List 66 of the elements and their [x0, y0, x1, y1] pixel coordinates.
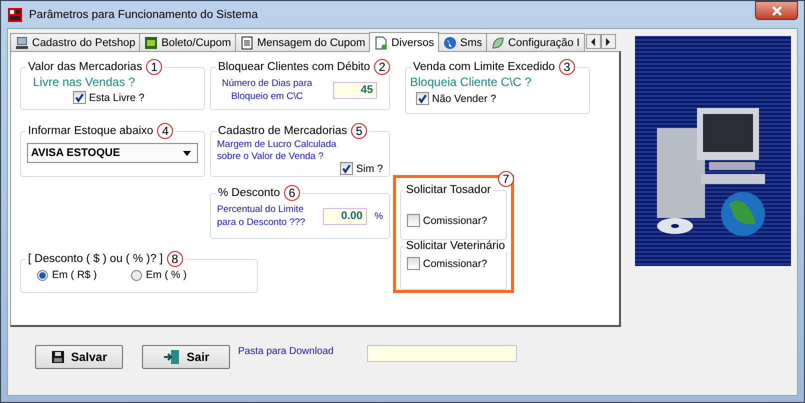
group-title: Cadastro de Mercadorias [218, 125, 348, 137]
number-badge: 4 [157, 123, 174, 139]
number-badge: 6 [284, 185, 300, 201]
number-badge: 2 [374, 59, 390, 75]
question-text: Bloqueia Cliente C\C ? [410, 75, 532, 89]
dropdown-arrow-icon [183, 150, 191, 156]
field-label: Percentual do Limite para o Desconto ??? [217, 203, 306, 229]
scroll-right-button[interactable] [600, 34, 616, 49]
number-badge: 8 [166, 251, 183, 267]
checkbox-label: Esta Livre ? [89, 92, 144, 104]
right-arrow-icon [605, 38, 612, 46]
scroll-left-button[interactable] [586, 34, 601, 49]
group-title: Informar Estoque abaixo [28, 125, 154, 137]
tab[interactable]: Configuração I [486, 33, 585, 51]
tab[interactable]: Sms [438, 33, 488, 51]
radio-button[interactable] [37, 270, 48, 280]
tab[interactable]: Diversos [369, 32, 440, 52]
save-icon [50, 350, 65, 364]
field-label: Número de Dias para Bloqueio em C\C [220, 77, 314, 103]
number-badge: 5 [351, 123, 368, 139]
checkbox-label: Sim ? [356, 162, 383, 174]
checkbox[interactable] [340, 162, 354, 175]
group-title: Bloquear Clientes com Débito [218, 61, 370, 73]
number-badge: 7 [498, 171, 514, 187]
action-button[interactable]: Salvar [35, 345, 123, 369]
question-text: Margem de Lucro Calculada sobre o Valor de Venda ? [217, 139, 338, 163]
close-icon [772, 6, 782, 16]
group-title: Solicitar Veterinário [406, 240, 506, 252]
computer-icon [15, 36, 29, 50]
globe-icon [443, 36, 458, 50]
days-field[interactable]: 45 [333, 82, 377, 98]
left-arrow-icon [590, 38, 596, 46]
action-button[interactable]: Sair [142, 345, 230, 369]
question-text: Livre nas Vendas ? [33, 75, 136, 89]
leaf-icon [491, 36, 506, 50]
checkbox-label: Não Vender ? [432, 92, 496, 104]
tab[interactable]: Mensagem do Cupom [235, 33, 370, 51]
window-title: Parâmetros para Funcionamento do Sistema [29, 8, 258, 20]
group-title: [ Desconto ( $ ) ou ( % )? ] [28, 253, 163, 265]
close-button[interactable] [755, 1, 798, 20]
group-title: Valor das Mercadorias [28, 61, 142, 73]
board-icon [144, 36, 158, 50]
number-badge: 1 [146, 59, 162, 75]
download-folder-label: Pasta para Download [238, 346, 334, 357]
checkbox-label: Comissionar? [423, 214, 488, 226]
checkbox-label: Comissionar? [423, 258, 488, 270]
checkbox[interactable] [416, 92, 429, 105]
radio-button[interactable] [130, 270, 142, 280]
tab[interactable]: Boleto/Cupom [139, 33, 236, 51]
door-icon [162, 349, 181, 365]
number-badge: 3 [558, 59, 575, 75]
checkbox[interactable] [407, 257, 420, 270]
discount-field[interactable]: 0.00 [322, 208, 367, 224]
document-icon [374, 36, 388, 50]
app-icon [7, 6, 23, 22]
radio-label: Em ( % ) [146, 269, 187, 281]
tab[interactable]: Cadastro do Petshop [10, 33, 140, 51]
group-title: % Desconto [218, 187, 280, 199]
checkbox[interactable] [407, 214, 420, 227]
group-title: Solicitar Tosador [406, 184, 491, 196]
radio-label: Em ( R$ ) [52, 269, 97, 281]
stock-dropdown[interactable]: AVISA ESTOQUE [27, 143, 198, 163]
unit-label: % [374, 210, 383, 222]
group-title: Venda com Limite Excedido [413, 61, 555, 73]
download-folder-field[interactable] [366, 345, 517, 362]
checkbox[interactable] [73, 91, 86, 104]
